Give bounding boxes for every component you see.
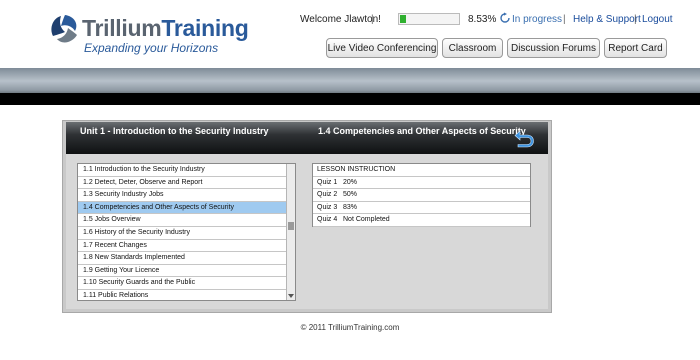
quiz-result: 83% xyxy=(343,203,358,211)
course-progress-bar xyxy=(398,13,460,25)
scroll-down-arrow-icon[interactable] xyxy=(288,294,294,298)
lesson-list-item[interactable]: 1.1 Introduction to the Security Industr… xyxy=(78,164,286,177)
help-support-link[interactable]: Help & Support xyxy=(573,14,641,25)
quiz-row[interactable]: Quiz 2 50% xyxy=(313,189,530,202)
lesson-list-item[interactable]: 1.11 Public Relations xyxy=(78,290,286,300)
back-arrow-icon[interactable] xyxy=(512,127,536,149)
lesson-list-item[interactable]: 1.3 Security Industry Jobs xyxy=(78,189,286,202)
trillium-swirl-icon xyxy=(51,15,77,43)
classroom-button[interactable]: Classroom xyxy=(442,38,503,58)
logout-link[interactable]: Logout xyxy=(642,14,673,25)
brand-tagline: Expanding your Horizons xyxy=(84,41,219,55)
lesson-list-item[interactable]: 1.5 Jobs Overview xyxy=(78,214,286,227)
refresh-icon xyxy=(500,12,510,23)
live-video-conferencing-button[interactable]: Live Video Conferencing xyxy=(326,38,438,58)
lesson-instruction-link[interactable]: LESSON INSTRUCTION xyxy=(313,164,530,177)
quiz-row[interactable]: Quiz 1 20% xyxy=(313,177,530,190)
unit-title: Unit 1 - Introduction to the Security In… xyxy=(80,126,269,136)
divider: | xyxy=(371,14,374,25)
lesson-list-item[interactable]: 1.6 History of the Security Industry xyxy=(78,227,286,240)
footer-copyright: © 2011 TrilliumTraining.com xyxy=(300,323,400,332)
quiz-result: 50% xyxy=(343,191,358,199)
discussion-forums-button[interactable]: Discussion Forums xyxy=(507,38,600,58)
divider: | xyxy=(634,14,637,25)
welcome-text: Welcome Jlawton! xyxy=(300,14,381,25)
lesson-title: 1.4 Competencies and Other Aspects of Se… xyxy=(318,126,526,136)
quiz-name: Quiz 1 xyxy=(317,178,338,186)
quiz-row[interactable]: Quiz 3 83% xyxy=(313,202,530,215)
scrollbar-thumb[interactable] xyxy=(288,222,294,230)
lesson-list-item[interactable]: 1.9 Getting Your Licence xyxy=(78,265,286,278)
quiz-result: Not Completed xyxy=(343,216,390,224)
lesson-detail-table: LESSON INSTRUCTION Quiz 1 20% Quiz 2 50% Qui… xyxy=(312,163,531,227)
divider: | xyxy=(563,14,566,25)
brand-logo[interactable]: TrilliumTraining Expanding your Horizons xyxy=(48,12,249,56)
brand-name: TrilliumTraining xyxy=(82,15,249,41)
lesson-list[interactable]: 1.1 Introduction to the Security Industr… xyxy=(77,163,296,301)
report-card-button[interactable]: Report Card xyxy=(604,38,667,58)
progress-fill xyxy=(400,15,406,23)
progress-percent: 8.53% xyxy=(468,14,497,25)
lesson-list-item-selected[interactable]: 1.4 Competencies and Other Aspects of Se… xyxy=(78,201,286,215)
quiz-name: Quiz 2 xyxy=(317,191,338,199)
lesson-list-item[interactable]: 1.7 Recent Changes xyxy=(78,240,286,253)
quiz-name: Quiz 3 xyxy=(317,203,338,211)
lesson-list-item[interactable]: 1.10 Security Guards and the Public xyxy=(78,277,286,290)
quiz-result: 20% xyxy=(343,178,358,186)
lesson-list-item[interactable]: 1.2 Detect, Deter, Observe and Report xyxy=(78,177,286,190)
list-scrollbar[interactable] xyxy=(286,164,295,300)
lesson-list-item[interactable]: 1.8 New Standards Implemented xyxy=(78,252,286,265)
header-band-shadow xyxy=(0,93,700,105)
quiz-row[interactable]: Quiz 4 Not Completed xyxy=(313,214,530,227)
progress-status: In progress xyxy=(512,14,563,25)
quiz-name: Quiz 4 xyxy=(317,216,338,224)
